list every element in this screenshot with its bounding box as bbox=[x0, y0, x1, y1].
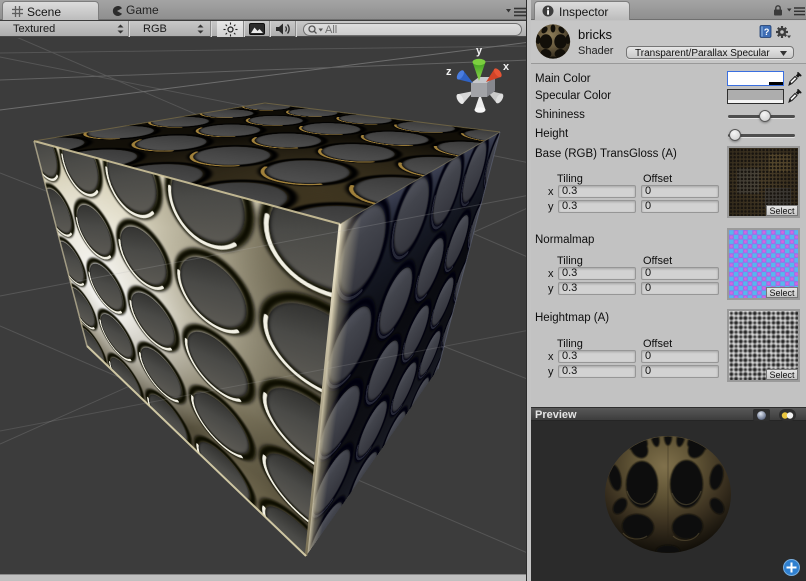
svg-text:?: ? bbox=[764, 27, 770, 37]
svg-text:z: z bbox=[446, 66, 452, 78]
svg-text:x: x bbox=[503, 61, 510, 73]
svg-text:y: y bbox=[476, 45, 483, 57]
